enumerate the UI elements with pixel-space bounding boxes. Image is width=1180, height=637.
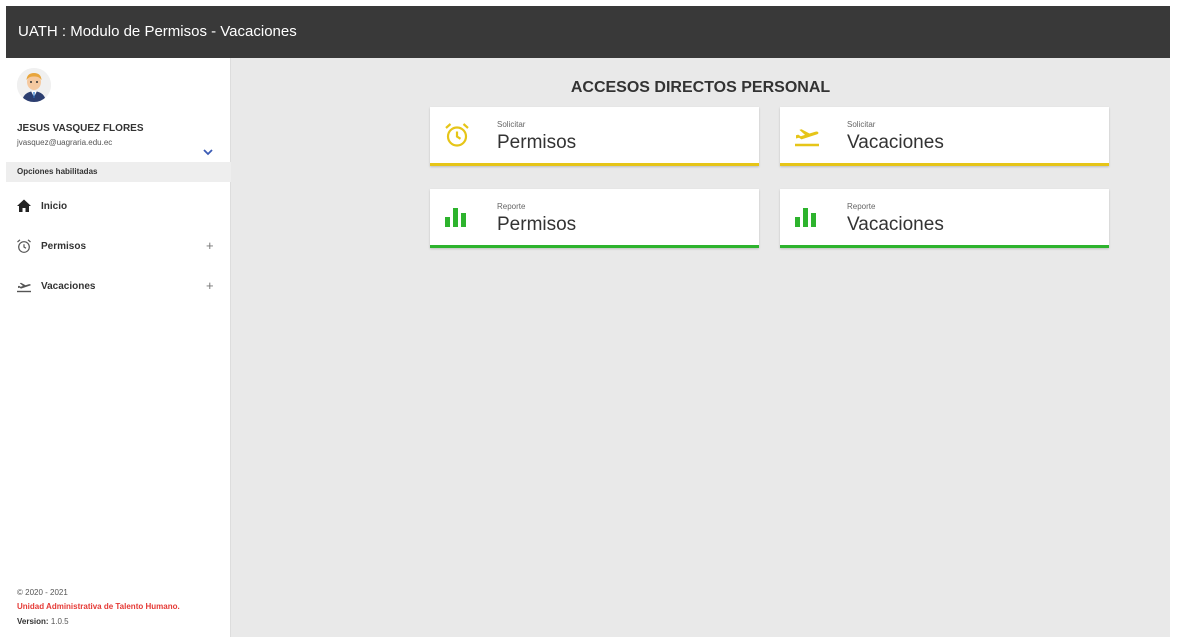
card-solicitar-vacaciones[interactable]: Solicitar Vacaciones (780, 107, 1109, 166)
expand-icon[interactable]: + (206, 278, 214, 293)
chevron-down-icon[interactable] (202, 144, 214, 156)
flight-takeoff-icon (793, 121, 821, 149)
sidebar-item-label: Vacaciones (41, 281, 96, 292)
alarm-clock-icon (443, 121, 471, 149)
card-title: Permisos (497, 214, 577, 235)
card-caption: Solicitar (847, 120, 876, 129)
sidebar-item-vacaciones[interactable]: Vacaciones + (6, 271, 231, 301)
sidebar-item-permisos[interactable]: Permisos + (6, 231, 231, 261)
flight-takeoff-icon (16, 278, 32, 294)
page-title: ACCESOS DIRECTOS PERSONAL (570, 79, 831, 96)
sidebar-item-label: Inicio (41, 201, 68, 212)
sidebar-item-inicio[interactable]: Inicio (6, 191, 231, 221)
sidebar: JESUS VASQUEZ FLORES jvasquez@uagraria.e… (6, 58, 231, 637)
footer-copyright: © 2020 - 2021 (17, 588, 68, 597)
version-value: 1.0.5 (50, 617, 69, 626)
sidebar-item-label: Permisos (41, 241, 87, 252)
avatar[interactable] (17, 68, 51, 102)
section-label: Opciones habilitadas (17, 167, 98, 176)
card-caption: Reporte (497, 202, 526, 211)
app-frame: UATH : Modulo de Permisos - Vacaciones J… (6, 6, 1170, 637)
card-title: Vacaciones (847, 214, 944, 235)
user-name: JESUS VASQUEZ FLORES (17, 123, 144, 134)
alarm-clock-icon (16, 238, 32, 254)
card-reporte-vacaciones[interactable]: Reporte Vacaciones (780, 189, 1109, 248)
bar-chart-icon (443, 203, 471, 231)
top-bar: UATH : Modulo de Permisos - Vacaciones (6, 6, 1170, 58)
bar-chart-icon (793, 203, 821, 231)
footer-version: Version: 1.0.5 (17, 617, 69, 626)
card-solicitar-permisos[interactable]: Solicitar Permisos (430, 107, 759, 166)
section-header: Opciones habilitadas (6, 162, 231, 182)
home-icon (16, 198, 32, 214)
footer-unit: Unidad Administrativa de Talento Humano. (17, 602, 180, 611)
card-caption: Solicitar (497, 120, 526, 129)
card-title: Permisos (497, 132, 577, 153)
card-caption: Reporte (847, 202, 876, 211)
user-email: jvasquez@uagraria.edu.ec (17, 138, 113, 147)
card-title: Vacaciones (847, 132, 944, 153)
avatar-icon (17, 68, 51, 102)
app-title: UATH : Modulo de Permisos - Vacaciones (18, 23, 297, 40)
version-label: Version: (17, 617, 49, 626)
card-reporte-permisos[interactable]: Reporte Permisos (430, 189, 759, 248)
expand-icon[interactable]: + (206, 238, 214, 253)
